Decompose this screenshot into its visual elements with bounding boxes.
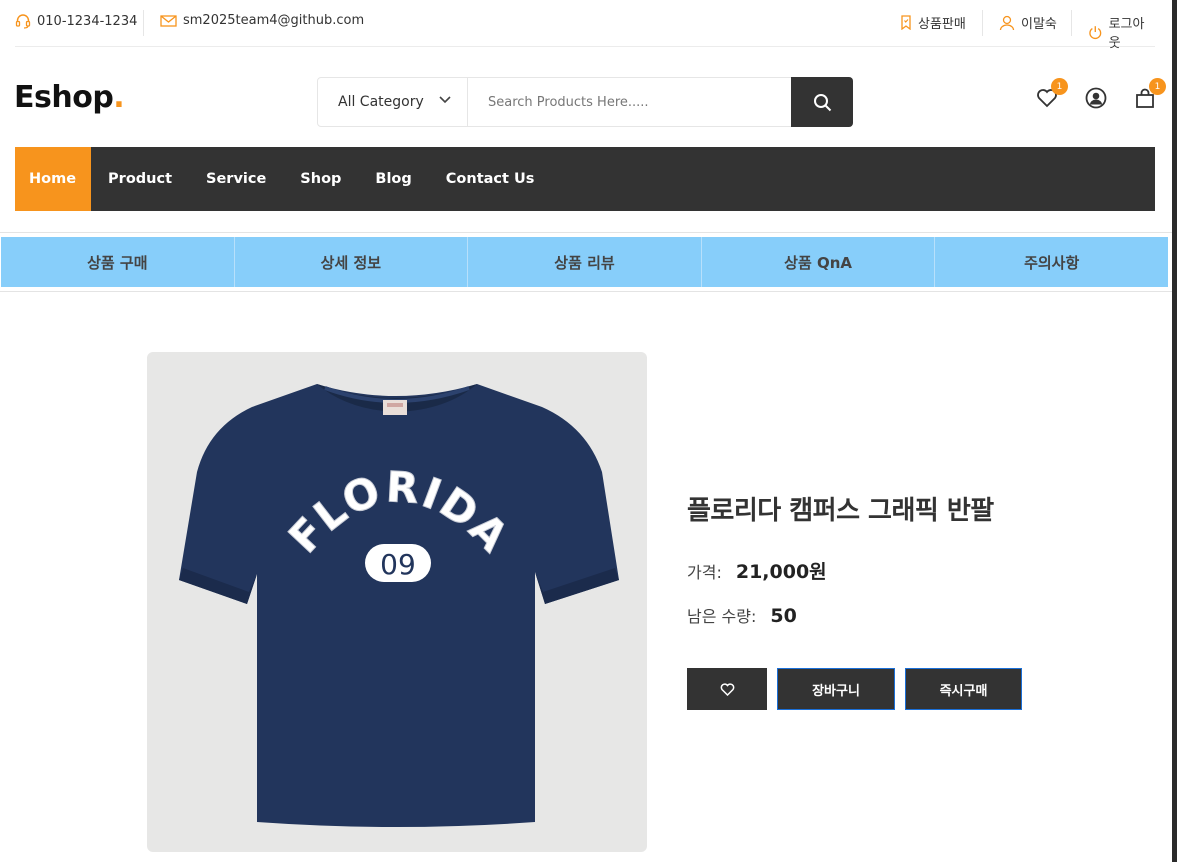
nav-item-home[interactable]: Home (15, 147, 92, 211)
search-bar: All Category (317, 77, 853, 127)
wishlist-button[interactable]: 1 (1035, 78, 1068, 110)
price-label: 가격: (687, 563, 722, 582)
product-image: FLORIDA 09 (147, 352, 647, 852)
nav-item-contact[interactable]: Contact Us (429, 147, 552, 211)
divider (143, 10, 144, 36)
logo-dot: . (113, 80, 125, 115)
headset-icon (15, 14, 31, 29)
page: 010-1234-1234 sm2025team4@github.com 상품판… (0, 0, 1172, 862)
product-tabs-container: 상품 구매 상세 정보 상품 리뷰 상품 QnA 주의사항 (0, 232, 1172, 292)
mail-icon (160, 14, 177, 27)
tab-reviews[interactable]: 상품 리뷰 (468, 237, 702, 287)
product-tabs: 상품 구매 상세 정보 상품 리뷰 상품 QnA 주의사항 (1, 237, 1168, 287)
logout-label: 로그아웃 (1108, 17, 1145, 51)
sell-label: 상품판매 (918, 17, 966, 32)
logout-link[interactable]: 로그아웃 (1088, 13, 1155, 51)
main-nav: Home Product Service Shop Blog Contact U… (15, 147, 1155, 211)
window-edge (1172, 0, 1177, 862)
user-link[interactable]: 이말숙 (999, 13, 1057, 32)
heart-icon (720, 682, 734, 696)
category-label: All Category (338, 94, 424, 110)
phone-number: 010-1234-1234 (37, 13, 138, 29)
price-value: 21,000원 (735, 561, 827, 583)
chevron-down-icon (439, 96, 451, 104)
nav-item-product[interactable]: Product (91, 147, 189, 211)
cart-button[interactable]: 1 (1133, 78, 1166, 110)
add-to-cart-button[interactable]: 장바구니 (777, 668, 895, 710)
t-shirt-image: FLORIDA 09 (179, 384, 619, 827)
power-icon (1089, 25, 1102, 39)
tab-qna[interactable]: 상품 QnA (702, 237, 936, 287)
sell-link[interactable]: 상품판매 (900, 13, 966, 32)
nav-item-service[interactable]: Service (189, 147, 283, 211)
wishlist-badge: 1 (1051, 78, 1068, 95)
tab-notice[interactable]: 주의사항 (935, 237, 1168, 287)
buy-now-button[interactable]: 즉시구매 (905, 668, 1022, 710)
email-contact: sm2025team4@github.com (160, 13, 364, 28)
cart-badge: 1 (1149, 78, 1166, 95)
user-name: 이말숙 (1021, 17, 1057, 32)
account-button[interactable] (1084, 86, 1108, 110)
stock-value: 50 (770, 605, 797, 627)
tab-purchase[interactable]: 상품 구매 (1, 237, 235, 287)
phone-contact: 010-1234-1234 (15, 13, 137, 29)
divider (1071, 10, 1072, 36)
stock-label: 남은 수량: (687, 607, 757, 626)
logo-text: Eshop (14, 80, 114, 115)
user-icon (999, 15, 1015, 30)
stock-row: 남은 수량: 50 (687, 603, 797, 627)
search-button[interactable] (791, 77, 853, 127)
tab-details[interactable]: 상세 정보 (235, 237, 469, 287)
shirt-print-number: 09 (380, 548, 416, 581)
top-bar: 010-1234-1234 sm2025team4@github.com 상품판… (15, 0, 1155, 51)
search-input[interactable] (468, 78, 792, 126)
bookmark-icon (901, 15, 911, 30)
nav-item-shop[interactable]: Shop (283, 147, 358, 211)
add-to-wishlist-button[interactable] (687, 668, 767, 710)
price-row: 가격: 21,000원 (687, 557, 827, 584)
category-select[interactable]: All Category (318, 78, 468, 126)
email-address: sm2025team4@github.com (183, 13, 365, 28)
logo[interactable]: Eshop. (14, 80, 125, 115)
divider (982, 10, 983, 36)
user-circle-icon (1085, 87, 1107, 109)
nav-item-blog[interactable]: Blog (358, 147, 428, 211)
product-title: 플로리다 캠퍼스 그래픽 반팔 (687, 496, 994, 526)
search-icon (813, 93, 831, 111)
